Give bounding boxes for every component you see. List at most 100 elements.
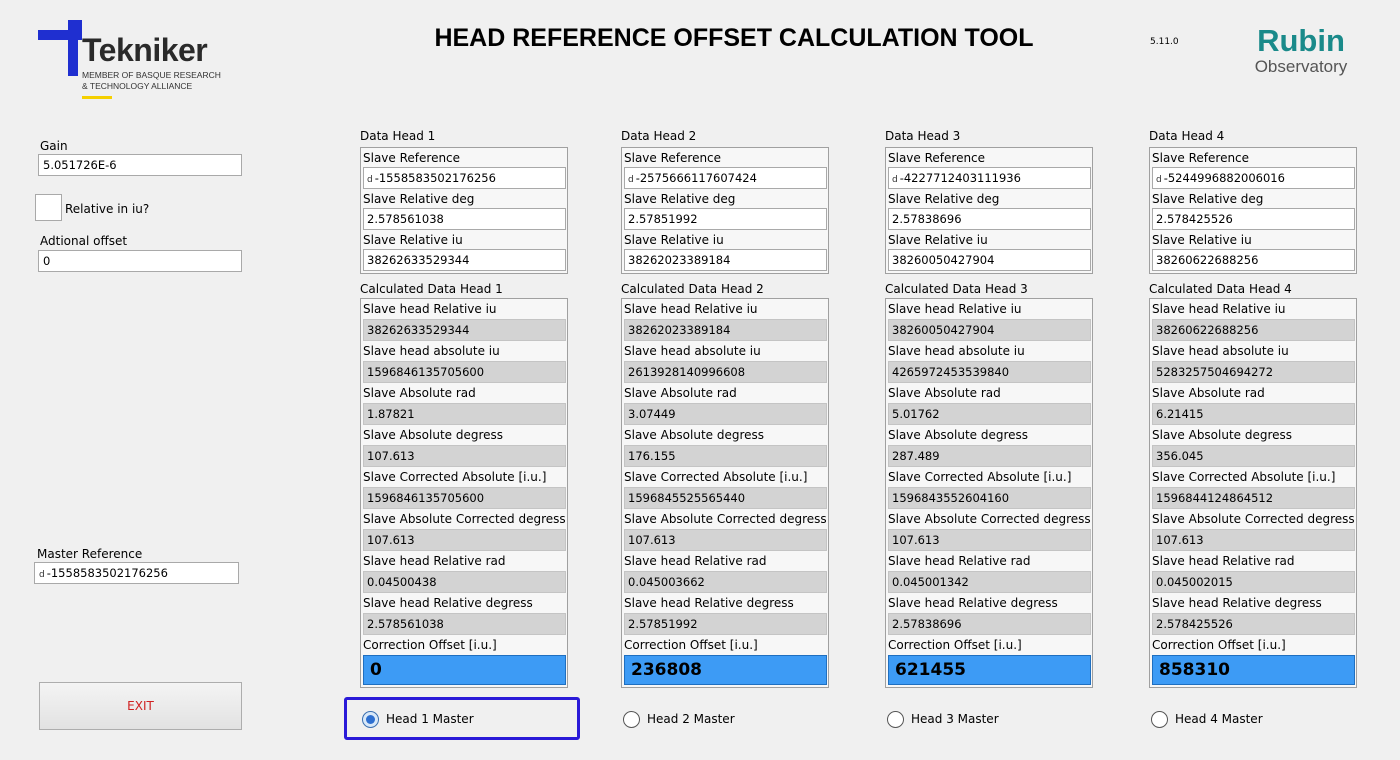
slave-reference-input[interactable]: d -2575666117607424 xyxy=(624,167,827,189)
slave-reference-label: Slave Reference xyxy=(888,151,986,165)
slave-relative-deg-input[interactable]: 2.578561038 xyxy=(363,208,566,230)
slave-head-absolute-iu-value: 2613928140996608 xyxy=(624,361,827,383)
calculated-head-title: Calculated Data Head 1 xyxy=(360,282,503,296)
rubin-observatory-logo: Rubin Observatory xyxy=(1240,24,1362,76)
slave-reference-label: Slave Reference xyxy=(1152,151,1250,165)
slave-head-relative-rad-label: Slave head Relative rad xyxy=(624,554,767,568)
calculated-head-group: Slave head Relative iu 38262023389184 Sl… xyxy=(621,298,829,688)
slave-head-relative-iu-label: Slave head Relative iu xyxy=(888,302,1022,316)
slave-head-relative-degress-label: Slave head Relative degress xyxy=(363,596,533,610)
slave-absolute-degress-label: Slave Absolute degress xyxy=(363,428,504,442)
slave-absolute-rad-value: 6.21415 xyxy=(1152,403,1355,425)
slave-relative-iu-label: Slave Relative iu xyxy=(363,233,463,247)
data-head-title: Data Head 1 xyxy=(360,129,436,143)
data-head-group: Slave Reference d -4227712403111936 Slave… xyxy=(885,147,1093,274)
slave-relative-deg-input[interactable]: 2.57851992 xyxy=(624,208,827,230)
head-master-label: Head 3 Master xyxy=(911,712,999,726)
slave-relative-iu-input[interactable]: 38260622688256 xyxy=(1152,249,1355,271)
version-label: 5.11.0 xyxy=(1150,37,1179,47)
slave-head-relative-iu-label: Slave head Relative iu xyxy=(624,302,758,316)
radio-button-icon[interactable] xyxy=(887,711,904,728)
master-reference-input[interactable]: d -1558583502176256 xyxy=(34,562,239,584)
calculated-head-group: Slave head Relative iu 38260622688256 Sl… xyxy=(1149,298,1357,688)
slave-relative-iu-label: Slave Relative iu xyxy=(888,233,988,247)
data-head-title: Data Head 4 xyxy=(1149,129,1225,143)
slave-head-relative-rad-value: 0.045001342 xyxy=(888,571,1091,593)
correction-offset-label: Correction Offset [i.u.] xyxy=(624,638,758,652)
slave-absolute-degress-value: 287.489 xyxy=(888,445,1091,467)
slave-absolute-rad-value: 1.87821 xyxy=(363,403,566,425)
slave-head-absolute-iu-value: 1596846135705600 xyxy=(363,361,566,383)
slave-head-relative-degress-label: Slave head Relative degress xyxy=(624,596,794,610)
radio-button-icon[interactable] xyxy=(362,711,379,728)
numeric-type-indicator: d xyxy=(892,175,898,185)
slave-absolute-rad-value: 5.01762 xyxy=(888,403,1091,425)
slave-absolute-rad-value: 3.07449 xyxy=(624,403,827,425)
slave-reference-input[interactable]: d -1558583502176256 xyxy=(363,167,566,189)
slave-relative-deg-input[interactable]: 2.57838696 xyxy=(888,208,1091,230)
slave-absolute-corrected-degress-label: Slave Absolute Corrected degress xyxy=(624,512,827,526)
correction-offset-value: 236808 xyxy=(624,655,827,685)
slave-head-absolute-iu-label: Slave head absolute iu xyxy=(363,344,500,358)
data-head-group: Slave Reference d -1558583502176256 Slave… xyxy=(360,147,568,274)
correction-offset-label: Correction Offset [i.u.] xyxy=(888,638,1022,652)
slave-head-absolute-iu-label: Slave head absolute iu xyxy=(1152,344,1289,358)
slave-corrected-absolute-value: 1596846135705600 xyxy=(363,487,566,509)
correction-offset-value: 858310 xyxy=(1152,655,1355,685)
radio-button-icon[interactable] xyxy=(1151,711,1168,728)
head-master-label: Head 1 Master xyxy=(386,712,474,726)
slave-absolute-degress-value: 107.613 xyxy=(363,445,566,467)
slave-head-relative-rad-label: Slave head Relative rad xyxy=(888,554,1031,568)
calculated-head-title: Calculated Data Head 3 xyxy=(885,282,1028,296)
slave-head-relative-rad-value: 0.04500438 xyxy=(363,571,566,593)
slave-head-relative-iu-value: 38262633529344 xyxy=(363,319,566,341)
slave-reference-value: -2575666117607424 xyxy=(635,171,757,185)
slave-absolute-corrected-degress-value: 107.613 xyxy=(624,529,827,551)
slave-relative-iu-input[interactable]: 38262633529344 xyxy=(363,249,566,271)
additional-offset-input[interactable]: 0 xyxy=(38,250,242,272)
slave-absolute-rad-label: Slave Absolute rad xyxy=(1152,386,1265,400)
slave-relative-deg-label: Slave Relative deg xyxy=(363,192,475,206)
slave-head-relative-degress-value: 2.57838696 xyxy=(888,613,1091,635)
slave-head-relative-degress-value: 2.57851992 xyxy=(624,613,827,635)
relative-in-iu-checkbox[interactable] xyxy=(35,194,62,221)
slave-reference-input[interactable]: d -5244996882006016 xyxy=(1152,167,1355,189)
slave-absolute-corrected-degress-label: Slave Absolute Corrected degress xyxy=(363,512,566,526)
slave-relative-deg-label: Slave Relative deg xyxy=(1152,192,1264,206)
slave-head-relative-rad-value: 0.045003662 xyxy=(624,571,827,593)
slave-relative-iu-input[interactable]: 38260050427904 xyxy=(888,249,1091,271)
rubin-logo-line2: Observatory xyxy=(1254,57,1348,76)
slave-reference-label: Slave Reference xyxy=(363,151,461,165)
radio-button-icon[interactable] xyxy=(623,711,640,728)
slave-head-relative-iu-value: 38260622688256 xyxy=(1152,319,1355,341)
slave-head-relative-rad-label: Slave head Relative rad xyxy=(363,554,506,568)
slave-relative-iu-label: Slave Relative iu xyxy=(624,233,724,247)
slave-head-relative-iu-value: 38260050427904 xyxy=(888,319,1091,341)
calculated-head-title: Calculated Data Head 2 xyxy=(621,282,764,296)
slave-relative-deg-label: Slave Relative deg xyxy=(624,192,736,206)
slave-reference-input[interactable]: d -4227712403111936 xyxy=(888,167,1091,189)
slave-reference-value: -4227712403111936 xyxy=(899,171,1021,185)
slave-relative-iu-input[interactable]: 38262023389184 xyxy=(624,249,827,271)
slave-absolute-degress-value: 356.045 xyxy=(1152,445,1355,467)
slave-absolute-degress-label: Slave Absolute degress xyxy=(1152,428,1293,442)
slave-reference-value: -5244996882006016 xyxy=(1163,171,1285,185)
numeric-type-indicator: d xyxy=(39,570,45,580)
slave-reference-value: -1558583502176256 xyxy=(374,171,496,185)
correction-offset-value: 0 xyxy=(363,655,566,685)
slave-absolute-degress-label: Slave Absolute degress xyxy=(624,428,765,442)
slave-absolute-corrected-degress-label: Slave Absolute Corrected degress xyxy=(1152,512,1355,526)
relative-in-iu-label: Relative in iu? xyxy=(65,202,150,216)
slave-reference-label: Slave Reference xyxy=(624,151,722,165)
exit-button[interactable]: EXIT xyxy=(39,682,242,730)
slave-relative-deg-input[interactable]: 2.578425526 xyxy=(1152,208,1355,230)
data-head-title: Data Head 3 xyxy=(885,129,961,143)
head-master-label: Head 2 Master xyxy=(647,712,735,726)
logo-tagline: MEMBER OF BASQUE RESEARCH & TECHNOLOGY A… xyxy=(82,70,221,91)
slave-corrected-absolute-label: Slave Corrected Absolute [i.u.] xyxy=(888,470,1072,484)
slave-absolute-corrected-degress-label: Slave Absolute Corrected degress xyxy=(888,512,1091,526)
additional-offset-label: Adtional offset xyxy=(40,234,128,248)
gain-input[interactable]: 5.051726E-6 xyxy=(38,154,242,176)
logo-underline xyxy=(82,96,112,99)
slave-head-relative-rad-value: 0.045002015 xyxy=(1152,571,1355,593)
